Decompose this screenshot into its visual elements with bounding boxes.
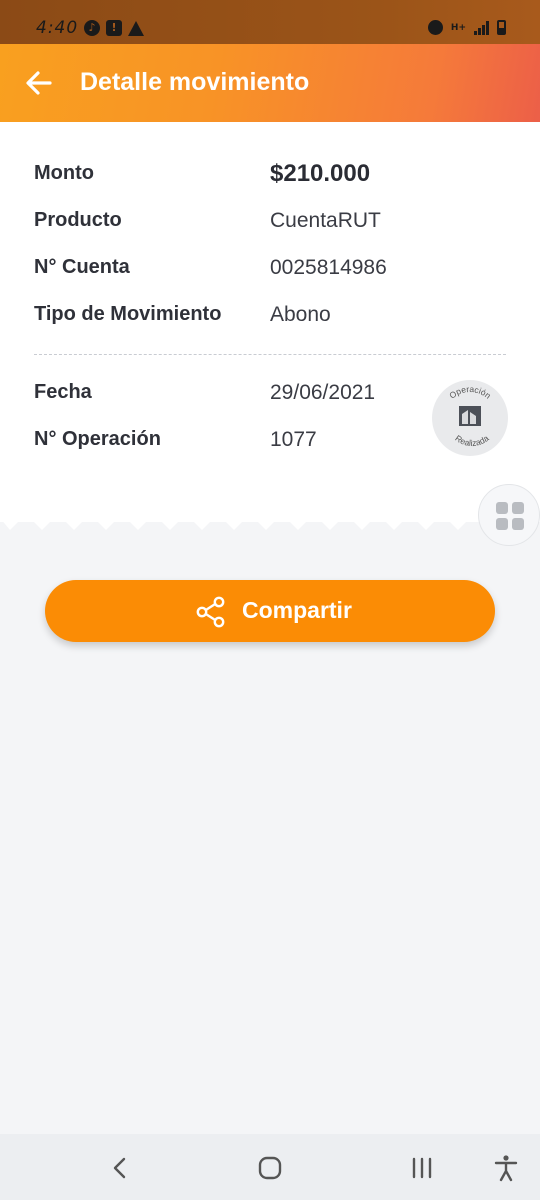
monto-label: Monto xyxy=(34,162,94,184)
music-notification-icon: ♪ xyxy=(84,20,100,36)
fecha-value: 29/06/2021 xyxy=(270,381,376,404)
svg-text:Realizada: Realizada xyxy=(453,433,490,448)
share-label: Compartir xyxy=(242,597,352,623)
detail-row-tipo: Tipo de Movimiento Abono xyxy=(34,303,504,333)
status-bar: 4:40 ♪ ! H+ xyxy=(0,0,540,44)
page-title: Detalle movimiento xyxy=(80,68,310,96)
detail-row-cuenta: N° Cuenta 0025814986 xyxy=(34,256,504,286)
nav-back-button[interactable] xyxy=(104,1152,136,1184)
alarm-icon xyxy=(427,20,443,35)
battery-icon xyxy=(497,20,506,35)
operacion-label: N° Operación xyxy=(34,428,161,450)
fecha-label: Fecha xyxy=(34,381,92,403)
operacion-value: 1077 xyxy=(270,428,317,451)
warning-icon xyxy=(128,21,144,36)
producto-value: CuentaRUT xyxy=(270,209,381,232)
movement-detail-card: Monto $210.000 Producto CuentaRUT N° Cue… xyxy=(0,122,540,522)
stamp-top-text: Operación xyxy=(447,384,493,401)
stamp-bottom-text: Realizada xyxy=(453,433,490,448)
system-navigation-bar xyxy=(0,1134,540,1200)
accessibility-icon xyxy=(494,1155,518,1182)
network-type-label: H+ xyxy=(450,22,466,33)
svg-text:Operación: Operación xyxy=(447,384,493,401)
share-button[interactable]: Compartir xyxy=(45,580,495,642)
home-circle-icon xyxy=(258,1156,282,1180)
status-time: 4:40 xyxy=(36,18,79,38)
tipo-label: Tipo de Movimiento xyxy=(34,303,222,325)
detail-row-monto: Monto $210.000 xyxy=(34,160,504,192)
cuenta-value: 0025814986 xyxy=(270,256,387,279)
dashed-divider xyxy=(34,354,506,355)
recents-icon xyxy=(412,1157,432,1179)
arrow-left-icon xyxy=(26,71,52,95)
status-notification-icons: ♪ ! xyxy=(84,20,144,36)
receipt-torn-edge xyxy=(0,508,540,530)
nav-home-button[interactable] xyxy=(254,1152,286,1184)
back-button[interactable] xyxy=(22,66,56,100)
nav-accessibility-button[interactable] xyxy=(490,1152,522,1184)
monto-value: $210.000 xyxy=(270,160,371,187)
status-system-icons: H+ xyxy=(427,20,506,35)
app-header: Detalle movimiento xyxy=(0,44,540,122)
signal-icon xyxy=(474,20,489,35)
alert-notification-icon: ! xyxy=(106,20,122,36)
tipo-value: Abono xyxy=(270,303,331,326)
detail-row-producto: Producto CuentaRUT xyxy=(34,209,504,239)
cuenta-label: N° Cuenta xyxy=(34,256,130,278)
grid-menu-button[interactable] xyxy=(478,484,540,546)
stamp-seal-icon: Operación Realizada xyxy=(447,384,493,448)
share-icon xyxy=(196,596,225,628)
operation-done-stamp: Operación Realizada xyxy=(432,380,508,456)
producto-label: Producto xyxy=(34,209,122,231)
chevron-left-icon xyxy=(113,1157,126,1179)
nav-recents-button[interactable] xyxy=(406,1152,438,1184)
